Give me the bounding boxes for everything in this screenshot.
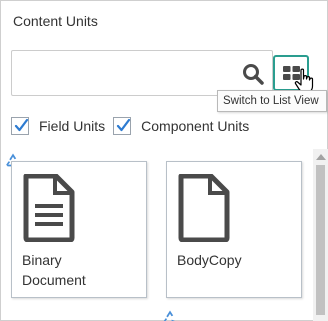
checkmark-icon [117, 118, 131, 132]
scroll-up-arrow-icon[interactable] [316, 154, 326, 160]
unit-type-filters: Field Units Component Units [11, 115, 257, 137]
field-units-label: Field Units [39, 118, 106, 134]
content-unit-tile[interactable]: BodyCopy [166, 161, 302, 298]
checkmark-icon [14, 118, 29, 132]
tile-label: BodyCopy [177, 252, 242, 268]
switch-view-button[interactable] [273, 55, 309, 91]
vertical-scrollbar[interactable] [313, 149, 328, 321]
component-units-checkbox[interactable] [113, 117, 132, 135]
panel-title: Content Units [13, 13, 98, 29]
search-icon[interactable] [242, 63, 264, 85]
field-units-checkbox[interactable] [11, 117, 29, 135]
content-units-panel: Content Units Switch to List View Field … [0, 0, 328, 321]
component-units-label: Component Units [141, 118, 250, 134]
text-document-icon [23, 174, 75, 242]
grid-view-icon [283, 66, 300, 80]
content-unit-tile[interactable]: Binary Document [11, 161, 147, 298]
recycle-icon [163, 310, 175, 321]
blank-document-icon [178, 174, 230, 242]
scroll-thumb[interactable] [316, 165, 325, 315]
tile-label: Binary Document [22, 250, 142, 290]
tooltip: Switch to List View [217, 90, 327, 112]
tile-label-line: Document [22, 272, 86, 288]
tile-label-line: Binary [22, 252, 62, 268]
content-units-list: Binary Document BodyCopy [1, 149, 313, 321]
